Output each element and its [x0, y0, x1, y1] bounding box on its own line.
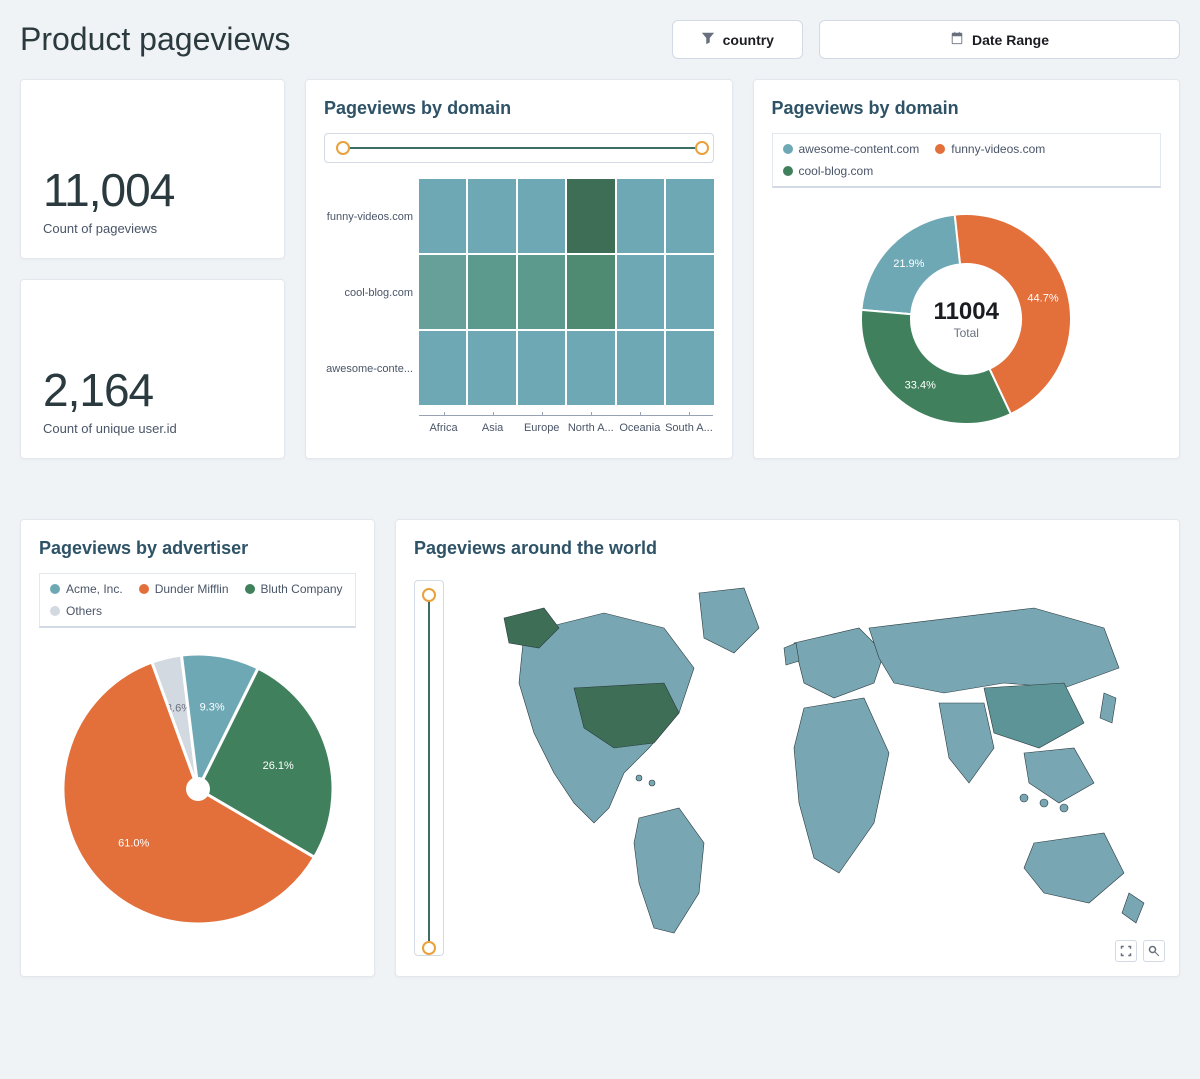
legend-item[interactable]: Others [50, 604, 102, 618]
heatmap-x-label: South A... [664, 415, 713, 434]
heatmap-x-label: Africa [419, 415, 468, 434]
legend-label: awesome-content.com [799, 142, 920, 156]
heatmap-cell [518, 179, 565, 253]
heatmap-cell [567, 179, 614, 253]
heatmap-cell [617, 179, 664, 253]
map-range-slider[interactable] [414, 580, 444, 956]
pageviews-metric-card: 11,004 Count of pageviews [20, 79, 285, 259]
pie-legend: Acme, Inc. Dunder Mifflin Bluth Company Oth… [39, 573, 356, 628]
heatmap-x-label: North A... [566, 415, 615, 434]
legend-item[interactable]: awesome-content.com [783, 142, 920, 156]
donut-center-label: Total [934, 326, 999, 340]
legend-label: Bluth Company [261, 582, 343, 596]
slider-handle-bottom[interactable] [422, 941, 436, 955]
heatmap-cell [567, 331, 614, 405]
slice-label: 33.4% [905, 380, 936, 392]
legend-item[interactable]: cool-blog.com [783, 164, 874, 178]
map-region-china [984, 683, 1084, 748]
donut-center-value: 11004 [934, 298, 999, 326]
slice-label: 9.3% [199, 701, 224, 713]
pie-title: Pageviews by advertiser [39, 538, 356, 559]
heatmap-x-label: Oceania [615, 415, 664, 434]
legend-swatch [50, 606, 60, 616]
legend-label: funny-videos.com [951, 142, 1045, 156]
legend-swatch [935, 144, 945, 154]
unique-users-metric-card: 2,164 Count of unique user.id [20, 279, 285, 459]
map-panel: Pageviews around the world [395, 519, 1180, 977]
heatmap-cell [617, 331, 664, 405]
calendar-icon [950, 31, 964, 48]
page-title: Product pageviews [20, 21, 656, 58]
legend-swatch [783, 144, 793, 154]
heatmap-cell [419, 179, 466, 253]
donut-center: 11004 Total [934, 298, 999, 340]
legend-item[interactable]: Acme, Inc. [50, 582, 123, 596]
date-range-label: Date Range [972, 32, 1049, 48]
heatmap-cell [666, 255, 713, 329]
legend-swatch [783, 166, 793, 176]
heatmap-cell [567, 255, 614, 329]
legend-label: Others [66, 604, 102, 618]
map-fit-button[interactable] [1115, 940, 1137, 962]
country-filter-button[interactable]: country [672, 20, 803, 59]
heatmap-cell [468, 179, 515, 253]
legend-label: Dunder Mifflin [155, 582, 229, 596]
heatmap-x-axis: AfricaAsiaEuropeNorth A...OceaniaSouth A… [419, 415, 714, 434]
heatmap-cell [468, 255, 515, 329]
legend-item[interactable]: funny-videos.com [935, 142, 1045, 156]
zoom-icon [1148, 945, 1160, 957]
heatmap-title: Pageviews by domain [324, 98, 714, 119]
country-filter-label: country [723, 32, 774, 48]
pie-chart: 3.6%9.3%26.1%61.0% [53, 644, 343, 934]
slice-label: 61.0% [118, 838, 149, 850]
expand-icon [1120, 945, 1132, 957]
heatmap-cell [617, 255, 664, 329]
heatmap-x-label: Europe [517, 415, 566, 434]
legend-item[interactable]: Dunder Mifflin [139, 582, 229, 596]
legend-label: Acme, Inc. [66, 582, 123, 596]
unique-users-label: Count of unique user.id [43, 421, 262, 436]
donut-title: Pageviews by domain [772, 98, 1162, 119]
world-map[interactable] [464, 573, 1154, 953]
legend-swatch [50, 584, 60, 594]
heatmap-y-label: funny-videos.com [324, 179, 413, 255]
heatmap-cell [468, 331, 515, 405]
heatmap-cell [666, 331, 713, 405]
heatmap-cell [518, 331, 565, 405]
heatmap-panel: Pageviews by domain funny-videos.comcool… [305, 79, 733, 459]
filter-icon [701, 31, 715, 48]
heatmap-x-label: Asia [468, 415, 517, 434]
legend-label: cool-blog.com [799, 164, 874, 178]
heatmap-range-slider[interactable] [324, 133, 714, 163]
donut-legend: awesome-content.com funny-videos.com cool-… [772, 133, 1162, 188]
slider-handle-right[interactable] [695, 141, 709, 155]
legend-swatch [245, 584, 255, 594]
donut-panel: Pageviews by domain awesome-content.com f… [753, 79, 1181, 459]
slice-label: 21.9% [894, 258, 925, 270]
heatmap-cell [419, 255, 466, 329]
heatmap-cell [518, 255, 565, 329]
pageviews-label: Count of pageviews [43, 221, 262, 236]
heatmap-cell [419, 331, 466, 405]
legend-item[interactable]: Bluth Company [245, 582, 343, 596]
pie-panel: Pageviews by advertiser Acme, Inc. Dunder… [20, 519, 375, 977]
heatmap-grid [419, 179, 714, 405]
date-range-button[interactable]: Date Range [819, 20, 1180, 59]
map-title: Pageviews around the world [414, 538, 1161, 559]
heatmap-cell [666, 179, 713, 253]
slider-handle-top[interactable] [422, 588, 436, 602]
heatmap-y-label: awesome-conte... [324, 331, 413, 407]
slice-label: 26.1% [262, 760, 293, 772]
legend-swatch [139, 584, 149, 594]
pageviews-value: 11,004 [43, 163, 262, 217]
map-zoom-button[interactable] [1143, 940, 1165, 962]
slice-label: 44.7% [1028, 292, 1059, 304]
heatmap-y-axis: funny-videos.comcool-blog.comawesome-con… [324, 179, 419, 407]
header: Product pageviews country Date Range [20, 20, 1180, 59]
slider-handle-left[interactable] [336, 141, 350, 155]
heatmap-y-label: cool-blog.com [324, 255, 413, 331]
unique-users-value: 2,164 [43, 363, 262, 417]
